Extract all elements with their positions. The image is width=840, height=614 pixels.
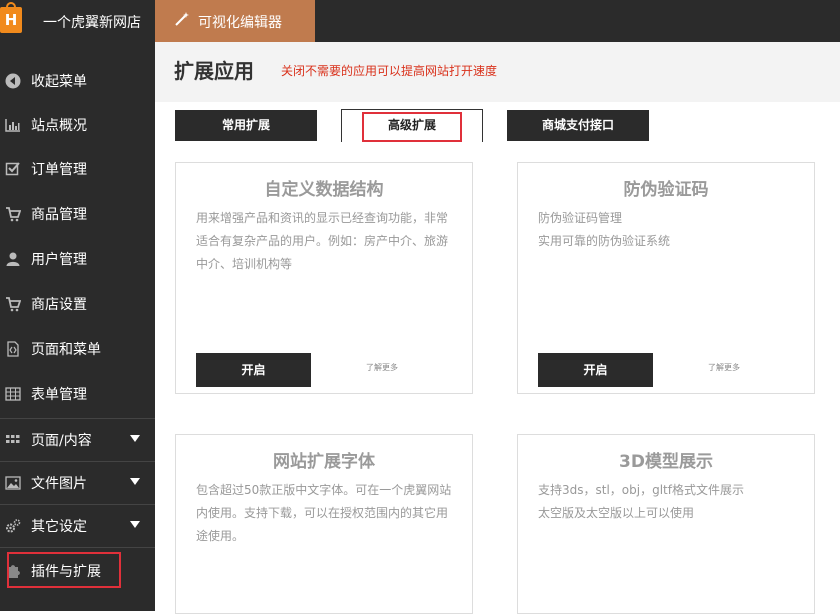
- user-icon: [6, 252, 20, 266]
- card-description-line: 包含超过50款正版中文字体。可在一个虎翼网站内使用。支持下载，可以在授权范围内的…: [196, 483, 452, 543]
- shop-logo-icon[interactable]: H: [0, 2, 22, 33]
- card-description-line: 防伪验证码管理: [538, 211, 623, 225]
- sidebar-item-pages-menus[interactable]: 页面和菜单: [0, 327, 155, 371]
- page-header: 扩展应用 关闭不需要的应用可以提高网站打开速度: [155, 42, 840, 102]
- extension-card: 3D模型展示 支持3ds，stl，obj，gltf格式文件展示 太空版及太空版以…: [517, 434, 815, 614]
- sidebar-item-label: 商店设置: [31, 297, 87, 313]
- sidebar-item-users[interactable]: 用户管理: [0, 237, 155, 281]
- sidebar-item-label: 订单管理: [31, 162, 87, 178]
- card-description: 支持3ds，stl，obj，gltf格式文件展示 太空版及太空版以上可以使用: [538, 479, 800, 525]
- sidebar-item-label: 收起菜单: [31, 74, 87, 90]
- sidebar-item-forms[interactable]: 表单管理: [0, 372, 155, 416]
- card-title: 网站扩展字体: [273, 452, 375, 472]
- sidebar-item-site-overview[interactable]: 站点概况: [0, 103, 155, 147]
- card-description-line: 用来增强产品和资讯的显示已经查询功能，非常适合有复杂产品的用户。例如：房产中介、…: [196, 211, 449, 271]
- enable-button[interactable]: 开启: [538, 353, 653, 387]
- table-icon: [5, 387, 21, 401]
- sidebar-item-other-settings[interactable]: 其它设定: [0, 504, 155, 548]
- highlight-box: [362, 112, 462, 142]
- collapse-icon: [5, 73, 21, 89]
- card-title: 防伪验证码: [623, 180, 709, 200]
- learn-more-link[interactable]: 了解更多: [708, 362, 740, 373]
- chevron-down-icon: [130, 435, 140, 442]
- top-bar: H 一个虎翼新网店 可视化编辑器: [0, 0, 840, 42]
- logo-letter: H: [4, 11, 18, 29]
- sidebar: 收起菜单 站点概况 订单管理 商品管理 用户管理 商店设置 页面和菜单 表单管理…: [0, 42, 155, 611]
- sidebar-divider: [0, 547, 155, 548]
- visual-editor-label: 可视化编辑器: [198, 15, 282, 31]
- visual-editor-button[interactable]: 可视化编辑器: [155, 0, 315, 42]
- sidebar-item-label: 其它设定: [31, 519, 87, 535]
- tab-common-extensions[interactable]: 常用扩展: [175, 110, 317, 141]
- chevron-down-icon: [130, 521, 140, 528]
- shop-name[interactable]: 一个虎翼新网店: [43, 12, 141, 32]
- page-hint: 关闭不需要的应用可以提高网站打开速度: [281, 64, 498, 78]
- page-title: 扩展应用: [174, 59, 254, 83]
- chevron-down-icon: [130, 478, 140, 485]
- card-description-line: 支持3ds，stl，obj，gltf格式文件展示: [538, 483, 744, 497]
- card-title: 自定义数据结构: [264, 180, 384, 200]
- extension-card: 网站扩展字体 包含超过50款正版中文字体。可在一个虎翼网站内使用。支持下载，可以…: [175, 434, 473, 614]
- cart-icon: [6, 297, 21, 312]
- sidebar-item-label: 商品管理: [31, 207, 87, 223]
- card-description: 用来增强产品和资讯的显示已经查询功能，非常适合有复杂产品的用户。例如：房产中介、…: [196, 207, 458, 276]
- sidebar-item-files-images[interactable]: 文件图片: [0, 461, 155, 505]
- sidebar-item-pages-content[interactable]: 页面/内容: [0, 418, 155, 462]
- sidebar-item-products[interactable]: 商品管理: [0, 192, 155, 236]
- gears-icon: [6, 519, 21, 533]
- sidebar-item-store-settings[interactable]: 商店设置: [0, 282, 155, 326]
- sidebar-item-label: 用户管理: [31, 252, 87, 268]
- sidebar-item-orders[interactable]: 订单管理: [0, 147, 155, 191]
- sidebar-item-label: 表单管理: [31, 387, 87, 403]
- cart-icon: [6, 207, 21, 222]
- extension-card: 防伪验证码 防伪验证码管理 实用可靠的防伪验证系统 开启 了解更多: [517, 162, 815, 394]
- sidebar-item-label: 页面和菜单: [31, 342, 101, 358]
- sidebar-item-collapse-menu[interactable]: 收起菜单: [0, 59, 155, 103]
- card-title: 3D模型展示: [619, 452, 713, 472]
- code-file-icon: [7, 341, 19, 357]
- card-description: 防伪验证码管理 实用可靠的防伪验证系统: [538, 207, 800, 253]
- card-description: 包含超过50款正版中文字体。可在一个虎翼网站内使用。支持下载，可以在授权范围内的…: [196, 479, 458, 548]
- highlight-box: [7, 552, 121, 588]
- checkbox-icon: [5, 162, 20, 176]
- tab-payment-interfaces[interactable]: 商城支付接口: [507, 110, 649, 141]
- sidebar-item-label: 页面/内容: [31, 433, 92, 449]
- magic-wand-icon: [175, 12, 189, 26]
- sidebar-item-label: 站点概况: [31, 118, 87, 134]
- image-icon: [5, 476, 21, 490]
- sidebar-item-label: 文件图片: [31, 476, 87, 492]
- enable-button[interactable]: 开启: [196, 353, 311, 387]
- card-description-line: 太空版及太空版以上可以使用: [538, 506, 695, 520]
- extension-card: 自定义数据结构 用来增强产品和资讯的显示已经查询功能，非常适合有复杂产品的用户。…: [175, 162, 473, 394]
- learn-more-link[interactable]: 了解更多: [366, 362, 398, 373]
- grid-icon: [6, 435, 20, 443]
- bar-chart-icon: [5, 119, 20, 132]
- card-description-line: 实用可靠的防伪验证系统: [538, 234, 671, 248]
